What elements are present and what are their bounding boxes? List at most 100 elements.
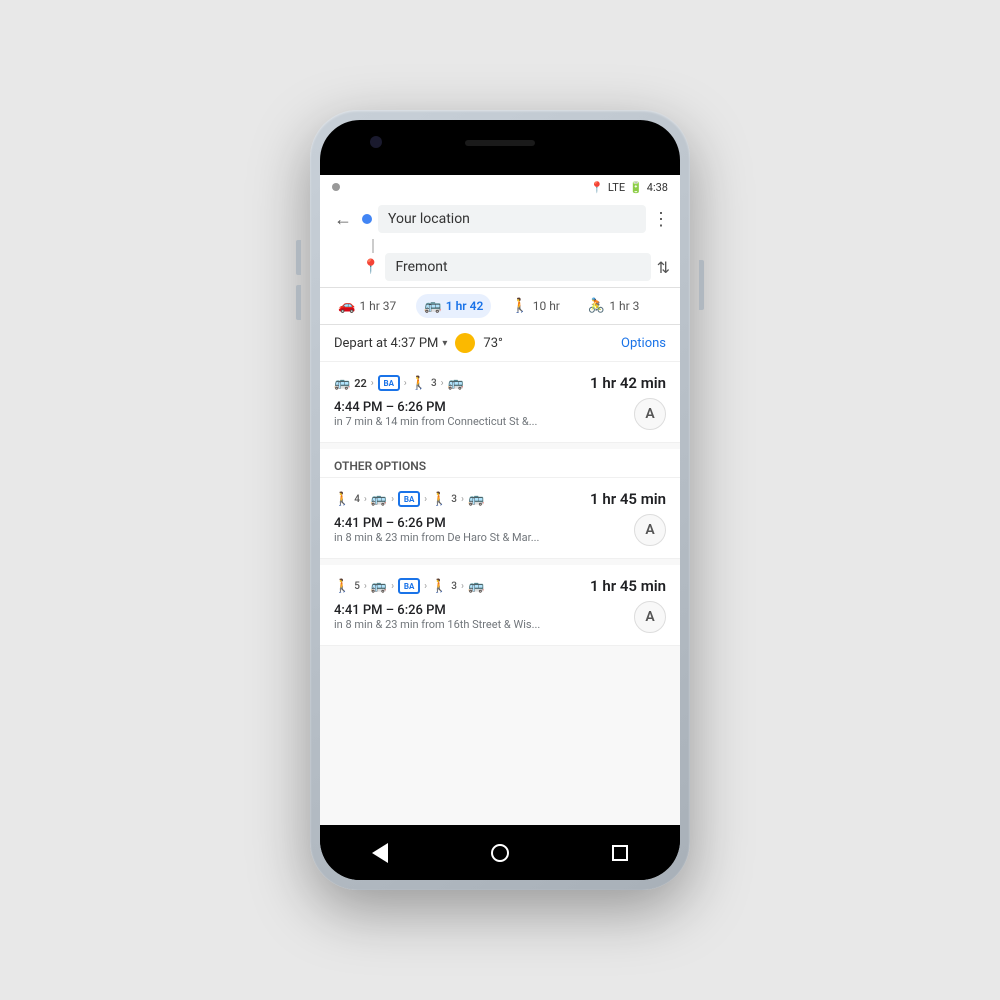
phone-inner: 📍 LTE 🔋 4:38 ← Your location ⋮: [320, 120, 680, 880]
walking-duration: 10 hr: [533, 299, 560, 313]
status-bar: 📍 LTE 🔋 4:38: [320, 175, 680, 199]
back-nav-button[interactable]: [368, 841, 392, 865]
screen: 📍 LTE 🔋 4:38 ← Your location ⋮: [320, 175, 680, 825]
route-bottom-row: 4:44 PM – 6:26 PM in 7 min & 14 min from…: [334, 398, 666, 430]
walk-num: 3: [431, 378, 437, 389]
recents-square-icon: [612, 845, 628, 861]
recents-nav-button[interactable]: [608, 841, 632, 865]
route-time-main: 4:44 PM – 6:26 PM: [334, 400, 634, 415]
route-icons-alt2: 🚶 5 › 🚌 › BA › 🚶 3 › 🚌: [334, 578, 590, 594]
walk-icon-alt2-2: 🚶: [431, 579, 447, 594]
route-times: 4:44 PM – 6:26 PM in 7 min & 14 min from…: [334, 400, 634, 428]
tab-cycling[interactable]: 🚴 1 hr 3: [580, 294, 648, 318]
route-duration-alt1: 1 hr 45 min: [590, 490, 666, 508]
power-button[interactable]: [699, 260, 704, 310]
route-icons-alt1: 🚶 4 › 🚌 › BA › 🚶 3 › 🚌: [334, 491, 590, 507]
route-time-sub-alt2: in 8 min & 23 min from 16th Street & Wis…: [334, 618, 634, 631]
bus-icon: 🚌: [334, 376, 350, 391]
depart-row: Depart at 4:37 PM ▾ 73° Options: [320, 325, 680, 362]
routes-container: 🚌 22 › BA › 🚶 3 › 🚌 1 hr 42 min: [320, 362, 680, 825]
battery-icon: 🔋: [629, 181, 643, 194]
tab-walking[interactable]: 🚶 10 hr: [503, 294, 568, 318]
swap-directions-button[interactable]: ⇅: [657, 258, 670, 277]
walk-icon-alt1-2: 🚶: [431, 492, 447, 507]
route-times-alt2: 4:41 PM – 6:26 PM in 8 min & 23 min from…: [334, 603, 634, 631]
arrow-icon-2: ›: [404, 378, 407, 389]
route-time-sub: in 7 min & 14 min from Connecticut St &.…: [334, 415, 634, 428]
arrow-alt2-3: ›: [424, 581, 427, 592]
destination-row: ← 📍 Fremont ⇅: [330, 253, 670, 281]
bart-badge-alt1: BA: [398, 491, 420, 507]
route-top-row: 🚌 22 › BA › 🚶 3 › 🚌 1 hr 42 min: [334, 374, 666, 392]
destination-input[interactable]: Fremont: [385, 253, 650, 281]
bus-number: 22: [354, 377, 367, 390]
arrow-alt1-1: ›: [364, 494, 367, 505]
route-time-main-alt1: 4:41 PM – 6:26 PM: [334, 516, 634, 531]
arrow-alt2-4: ›: [461, 581, 464, 592]
location-icon: 📍: [590, 181, 604, 194]
home-nav-button[interactable]: [488, 841, 512, 865]
route-time-main-alt2: 4:41 PM – 6:26 PM: [334, 603, 634, 618]
walk-icon-alt2: 🚶: [334, 579, 350, 594]
back-button[interactable]: ←: [330, 207, 356, 232]
bus-icon-alt2-end: 🚌: [468, 579, 484, 594]
phone-frame: 📍 LTE 🔋 4:38 ← Your location ⋮: [310, 110, 690, 890]
walk-num-alt1-2: 3: [451, 494, 457, 505]
route-avatar-button[interactable]: A: [634, 398, 666, 430]
bart-badge-alt2: BA: [398, 578, 420, 594]
arrow-alt1-4: ›: [461, 494, 464, 505]
depart-dropdown-icon: ▾: [442, 338, 447, 349]
route-top-row-alt2: 🚶 5 › 🚌 › BA › 🚶 3 › 🚌 1 hr 45: [334, 577, 666, 595]
walk-icon-alt1: 🚶: [334, 492, 350, 507]
route-avatar-button-alt1[interactable]: A: [634, 514, 666, 546]
temperature-label: 73°: [483, 336, 502, 351]
speaker-icon: [465, 140, 535, 146]
cycling-duration: 1 hr 3: [609, 299, 639, 313]
bart-badge: BA: [378, 375, 400, 391]
depart-time-text[interactable]: Depart at 4:37 PM ▾: [334, 336, 447, 351]
walk-icon: 🚶: [411, 376, 427, 391]
more-options-button[interactable]: ⋮: [652, 209, 670, 230]
camera-icon: [370, 136, 382, 148]
weather-sun-icon: [455, 333, 475, 353]
driving-duration: 1 hr 37: [359, 299, 396, 313]
route-card-primary[interactable]: 🚌 22 › BA › 🚶 3 › 🚌 1 hr 42 min: [320, 362, 680, 443]
time-display: 4:38: [647, 181, 668, 194]
arrow-icon-3: ›: [441, 378, 444, 389]
route-avatar-button-alt2[interactable]: A: [634, 601, 666, 633]
bus-icon-alt2: 🚌: [371, 579, 387, 594]
volume-up-button[interactable]: [296, 240, 301, 275]
route-times-alt1: 4:41 PM – 6:26 PM in 8 min & 23 min from…: [334, 516, 634, 544]
origin-row: ← Your location ⋮: [330, 205, 670, 233]
options-button[interactable]: Options: [621, 336, 666, 351]
signal-icon: [332, 183, 340, 191]
route-top-row-alt1: 🚶 4 › 🚌 › BA › 🚶 3 › 🚌 1 hr 45: [334, 490, 666, 508]
tab-driving[interactable]: 🚗 1 hr 37: [330, 294, 404, 318]
depart-label: Depart at 4:37 PM: [334, 336, 438, 351]
transit-duration: 1 hr 42: [446, 299, 484, 313]
route-duration-alt2: 1 hr 45 min: [590, 577, 666, 595]
volume-down-button[interactable]: [296, 285, 301, 320]
other-options-label: OTHER OPTIONS: [320, 449, 680, 478]
lte-label: LTE: [608, 181, 625, 194]
route-bottom-alt2: 4:41 PM – 6:26 PM in 8 min & 23 min from…: [334, 601, 666, 633]
walk-num-alt2: 5: [354, 581, 360, 592]
bike-tab-icon: 🚴: [588, 298, 605, 314]
header: ← Your location ⋮ ← 📍 Fremont ⇅: [320, 199, 680, 288]
arrow-alt1-3: ›: [424, 494, 427, 505]
route-card-alt-1[interactable]: 🚶 4 › 🚌 › BA › 🚶 3 › 🚌 1 hr 45: [320, 478, 680, 559]
back-triangle-icon: [372, 843, 388, 863]
home-circle-icon: [491, 844, 509, 862]
status-right: 📍 LTE 🔋 4:38: [590, 181, 668, 194]
origin-dot-icon: [362, 214, 372, 224]
arrow-alt1-2: ›: [391, 494, 394, 505]
route-bottom-alt1: 4:41 PM – 6:26 PM in 8 min & 23 min from…: [334, 514, 666, 546]
tab-transit[interactable]: 🚌 1 hr 42: [416, 294, 491, 318]
bottom-nav: [320, 825, 680, 880]
bus-icon-alt1-end: 🚌: [468, 492, 484, 507]
route-icons: 🚌 22 › BA › 🚶 3 › 🚌: [334, 375, 590, 391]
walk-num-alt1: 4: [354, 494, 360, 505]
origin-input[interactable]: Your location: [378, 205, 646, 233]
route-card-alt-2[interactable]: 🚶 5 › 🚌 › BA › 🚶 3 › 🚌 1 hr 45: [320, 565, 680, 646]
route-time-sub-alt1: in 8 min & 23 min from De Haro St & Mar.…: [334, 531, 634, 544]
